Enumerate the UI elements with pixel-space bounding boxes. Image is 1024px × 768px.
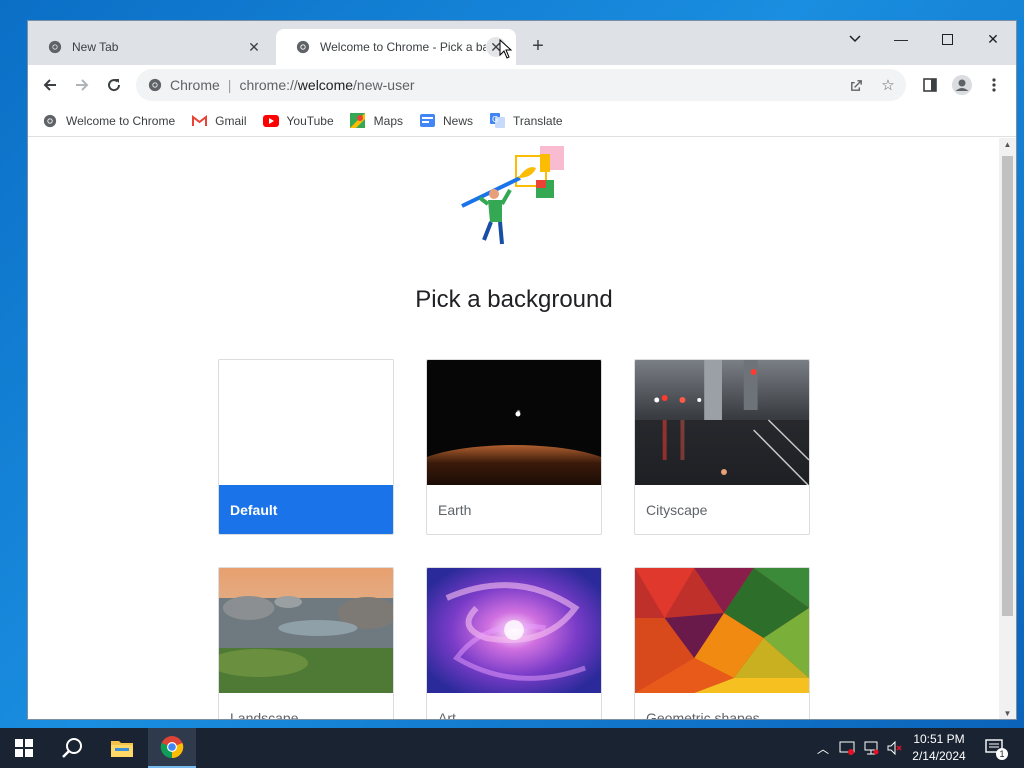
svg-text:G: G <box>492 115 498 124</box>
close-window-button[interactable]: ✕ <box>970 25 1016 53</box>
back-button[interactable] <box>36 71 64 99</box>
mouse-cursor-icon <box>499 39 513 59</box>
toolbar: Chrome | chrome://welcome/new-user ☆ <box>28 65 1016 105</box>
background-thumbnail <box>219 360 393 485</box>
bookmark-welcome[interactable]: Welcome to Chrome <box>42 113 175 129</box>
url-text: chrome://welcome/new-user <box>239 77 414 93</box>
network-warning-icon[interactable] <box>836 728 858 768</box>
new-tab-button[interactable]: + <box>526 35 550 59</box>
notification-count-badge: 1 <box>996 748 1008 760</box>
reload-icon <box>108 79 121 92</box>
background-label: Earth <box>438 502 472 518</box>
background-label: Default <box>219 485 393 534</box>
bookmark-youtube[interactable]: YouTube <box>262 113 334 129</box>
background-thumbnail <box>635 360 809 485</box>
side-panel-icon[interactable] <box>916 71 944 99</box>
maps-icon <box>350 113 366 129</box>
background-label: Art <box>438 710 456 720</box>
windows-logo-icon <box>15 739 33 757</box>
background-card-cityscape[interactable]: Cityscape <box>634 359 810 535</box>
bookmark-label: YouTube <box>286 113 334 128</box>
tab-search-icon[interactable] <box>832 25 878 53</box>
folder-icon <box>111 741 133 757</box>
background-label: Landscape <box>230 710 299 720</box>
volume-muted-icon[interactable] <box>884 728 906 768</box>
system-clock[interactable]: 10:51 PM 2/14/2024 <box>906 731 972 765</box>
clock-time: 10:51 PM <box>913 732 965 746</box>
tab-welcome[interactable]: Welcome to Chrome - Pick a bac ✕ <box>276 29 516 65</box>
url-path: /new-user <box>353 77 415 93</box>
painter-illustration <box>461 146 564 245</box>
scrollbar-thumb[interactable] <box>1002 156 1013 616</box>
menu-kebab-icon[interactable] <box>980 71 1008 99</box>
notification-center-button[interactable]: 1 <box>980 728 1010 768</box>
bookmark-label: Gmail <box>215 113 247 128</box>
translate-icon: G <box>489 113 505 129</box>
search-button[interactable] <box>48 728 96 768</box>
tab-title: Welcome to Chrome - Pick a bac <box>320 40 486 54</box>
file-explorer-button[interactable] <box>98 728 146 768</box>
youtube-icon <box>262 113 279 129</box>
bookmark-maps[interactable]: Maps <box>350 113 403 129</box>
background-card-earth[interactable]: Earth <box>426 359 602 535</box>
address-bar[interactable]: Chrome | chrome://welcome/new-user ☆ <box>136 69 906 101</box>
chrome-icon <box>148 78 162 92</box>
back-arrow-icon <box>43 79 56 91</box>
bookmark-translate[interactable]: G Translate <box>489 113 563 129</box>
browser-window: New Tab ✕ Welcome to Chrome - Pick a bac… <box>27 20 1017 720</box>
share-icon[interactable] <box>844 73 868 97</box>
tab-new-tab[interactable]: New Tab ✕ <box>28 29 274 65</box>
url-scheme: chrome:// <box>239 77 298 93</box>
profile-avatar-icon[interactable] <box>948 71 976 99</box>
bookmark-label: Translate <box>513 113 563 128</box>
tab-title: New Tab <box>72 40 119 54</box>
search-icon <box>62 738 82 758</box>
chrome-taskbar-button[interactable] <box>148 728 196 768</box>
background-thumbnail <box>635 568 809 693</box>
start-button[interactable] <box>0 728 48 768</box>
background-label: Geometric shapes <box>646 710 760 720</box>
bookmark-label: Welcome to Chrome <box>66 113 176 128</box>
bookmark-gmail[interactable]: Gmail <box>191 113 247 129</box>
gmail-icon <box>191 113 207 129</box>
url-host: welcome <box>297 77 354 93</box>
forward-arrow-icon <box>76 79 89 91</box>
taskbar: ︿ 10:51 PM 2/14/2024 1 <box>0 728 1024 768</box>
show-hidden-icons-chevron-icon[interactable]: ︿ <box>814 728 832 768</box>
omnibox-separator: | <box>227 77 232 93</box>
chrome-globe-icon <box>48 40 62 54</box>
background-card-default[interactable]: Default <box>218 359 394 535</box>
background-card-geometric[interactable]: Geometric shapes <box>634 567 810 720</box>
chrome-icon <box>160 736 184 759</box>
tab-close-icon[interactable]: ✕ <box>244 37 264 57</box>
bookmark-news[interactable]: News <box>419 113 473 129</box>
scroll-up-icon[interactable]: ▲ <box>999 138 1016 152</box>
news-icon <box>419 113 435 129</box>
bookmark-label: Maps <box>373 113 403 128</box>
bookmark-star-icon[interactable]: ☆ <box>876 73 900 97</box>
page-scrollbar[interactable]: ▲ ▼ <box>999 138 1016 719</box>
background-label: Cityscape <box>646 502 708 518</box>
background-thumbnail <box>219 568 393 693</box>
network-icon[interactable] <box>860 728 882 768</box>
bookmarks-bar: Welcome to Chrome Gmail YouTube Maps New… <box>28 105 1016 137</box>
background-thumbnail <box>427 360 601 485</box>
clock-date: 2/14/2024 <box>912 749 966 763</box>
page-heading: Pick a background <box>415 286 613 313</box>
welcome-page: Pick a background Default Earth Cityscap… <box>28 138 1000 720</box>
chrome-globe-icon <box>42 113 58 129</box>
background-thumbnail <box>427 568 601 693</box>
reload-button[interactable] <box>100 71 128 99</box>
chrome-globe-icon <box>296 40 310 54</box>
scroll-down-icon[interactable]: ▼ <box>999 707 1016 719</box>
minimize-button[interactable]: — <box>878 25 924 53</box>
site-chip-label: Chrome <box>170 77 220 93</box>
forward-button[interactable] <box>68 71 96 99</box>
maximize-button[interactable] <box>924 25 970 53</box>
bookmark-label: News <box>443 113 474 128</box>
background-card-art[interactable]: Art <box>426 567 602 720</box>
background-card-landscape[interactable]: Landscape <box>218 567 394 720</box>
tab-strip: New Tab ✕ Welcome to Chrome - Pick a bac… <box>28 21 1016 65</box>
